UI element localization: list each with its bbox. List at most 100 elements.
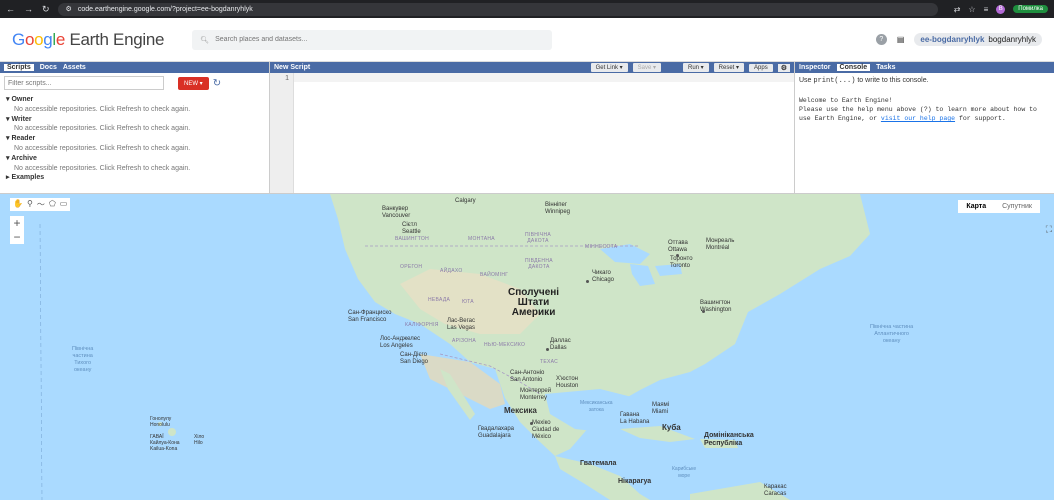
project-selector[interactable]: ee-bogdanryhlyk bogdanryhlyk [914,33,1042,46]
zoom-control: + − [10,216,24,244]
polygon-icon[interactable]: ⬠ [49,199,56,210]
help-page-link[interactable]: visit our help page [881,115,955,122]
forward-icon[interactable]: → [24,4,33,15]
map-label: МОНТАНА [468,236,495,242]
url-text: code.earthengine.google.com/?project=ee-… [77,5,253,13]
refresh-icon[interactable]: ↻ [213,78,221,89]
right-tabs: Inspector Console Tasks [795,62,1054,73]
tab-docs[interactable]: Docs [40,64,57,71]
user-name: bogdanryhlyk [988,35,1036,44]
script-editor: New Script Get Link ▾ Save ▾ Run ▾ Reset… [270,62,795,193]
get-link-button[interactable]: Get Link ▾ [590,63,628,72]
map-label: Calgary [455,198,476,204]
script-title: New Script [274,64,311,71]
tab-tasks[interactable]: Tasks [876,64,895,71]
new-button[interactable]: NEW ▾ [178,76,209,90]
map-label: ОРЕГОН [400,264,423,270]
map-label: Лос-Анджелес Los Angeles [380,336,421,349]
map-label: АЙДАХО [440,268,463,274]
map-label: НЬЮ-МЕКСИКО [484,342,526,348]
map-label: Лас-Вегас Las Vegas [447,318,476,331]
map-label: Монреаль Montréal [706,238,735,251]
run-button[interactable]: Run ▾ [682,63,709,72]
map-label: Вінніпег Winnipeg [545,202,571,215]
map-label: Х'юстон Houston [556,376,579,389]
filter-scripts-input[interactable] [4,76,164,90]
code-text[interactable] [294,73,794,193]
city-marker [546,348,549,351]
editor-toolbar: New Script Get Link ▾ Save ▾ Run ▾ Reset… [270,62,794,73]
map-label-mexico: Мексика [504,406,537,415]
help-icon[interactable]: ? [875,34,887,45]
line-icon[interactable]: 〜 [37,199,45,210]
header-actions: ? ▤ ee-bogdanryhlyk bogdanryhlyk [875,33,1042,46]
map-label-atlantic: Північна частина Атлантичного океану [870,324,914,344]
repo-reader[interactable]: ▾ Reader [6,134,263,144]
search-box: 🔍︎ [192,29,553,50]
search-icon: 🔍︎ [200,36,210,44]
zoom-out-button[interactable]: − [10,230,24,244]
map-label: ВАЙОМІНГ [480,272,509,278]
star-icon[interactable]: ☆ [968,5,975,14]
gear-icon[interactable]: ⚙ [777,63,790,72]
browser-avatar[interactable]: В [996,4,1006,14]
rectangle-icon[interactable]: ▭ [60,199,68,210]
reset-button[interactable]: Reset ▾ [713,63,745,72]
map-type-satellite[interactable]: Супутник [994,200,1040,213]
map-label: Чикаго Chicago [592,270,615,283]
city-marker [676,254,679,257]
map-label: Оттава Ottawa [668,240,688,253]
code-area[interactable]: 1 [270,73,794,193]
repo-message: No accessible repositories. Click Refres… [14,144,191,152]
map-label-cuba: Куба [662,423,681,432]
city-marker [586,280,589,283]
map-label: Хіло Hilo [194,434,205,446]
repo-writer[interactable]: ▾ Writer [6,115,263,125]
repo-archive[interactable]: ▾ Archive [6,154,263,164]
extensions-icon[interactable]: ≡ [984,5,989,14]
pan-hand-icon[interactable]: ✋ [13,199,23,210]
save-button[interactable]: Save ▾ [632,63,661,72]
map-label: Монтеррей Monterrey [520,388,552,401]
map-label: Маямі Miami [652,402,670,415]
map-label: НЕВАДА [428,297,451,303]
map-label: Каракас Caracas [764,484,787,497]
map-type-roadmap[interactable]: Карта [958,200,994,213]
back-icon[interactable]: ← [6,4,15,15]
map-label: ГАВАЇ Кайлуа-Кона Kailua-Kona [150,434,180,452]
marker-icon[interactable]: ⚲ [27,199,33,210]
scripts-panel: Scripts Docs Assets NEW ▾ ↻ ▾ Owner No a… [0,62,270,193]
map-label: Даллас Dallas [550,338,571,351]
map-label: Торонто Toronto [670,256,693,269]
drawing-tools: ✋ ⚲ 〜 ⬠ ▭ [10,198,71,211]
line-gutter: 1 [270,73,294,193]
tab-scripts[interactable]: Scripts [4,64,34,71]
translate-icon[interactable]: ⇄ [954,5,961,14]
map-label-dominican: Домініканська Республіка [704,432,754,447]
search-input[interactable] [215,36,516,43]
site-settings-icon[interactable]: ⚙ [66,5,72,13]
project-name: ee-bogdanryhlyk [920,35,985,44]
city-marker [702,310,705,313]
feedback-icon[interactable]: ▤ [897,35,905,44]
tab-console[interactable]: Console [836,64,871,71]
earth-engine-logo[interactable]: Google Earth Engine [12,30,164,50]
reload-icon[interactable]: ↻ [42,4,50,15]
repo-owner[interactable]: ▾ Owner [6,95,263,105]
map-view[interactable]: ✋ ⚲ 〜 ⬠ ▭ + − Карта Супутник ⛶ Calgary В… [0,194,1054,500]
error-badge[interactable]: Помилка [1013,5,1048,13]
console-panel: Inspector Console Tasks Use print(...) t… [795,62,1054,193]
map-label: Сан-Антоніо San Antonio [510,370,545,383]
app-header: Google Earth Engine 🔍︎ ? ▤ ee-bogdanryhl… [0,18,1054,62]
browser-nav: ← → ↻ [6,4,50,15]
zoom-in-button[interactable]: + [10,216,24,230]
tab-inspector[interactable]: Inspector [799,64,831,71]
map-label: Сан-Дієго San Diego [400,352,429,365]
map-label-guatemala: Гватемала [580,460,617,467]
apps-button[interactable]: Apps [749,63,773,72]
repo-examples[interactable]: ▸ Examples [6,173,263,183]
welcome-message: Welcome to Earth Engine! Please use the … [799,97,1037,122]
tab-assets[interactable]: Assets [63,64,86,71]
fullscreen-icon[interactable]: ⛶ [1046,224,1052,235]
address-bar[interactable]: ⚙ code.earthengine.google.com/?project=e… [57,2,938,16]
